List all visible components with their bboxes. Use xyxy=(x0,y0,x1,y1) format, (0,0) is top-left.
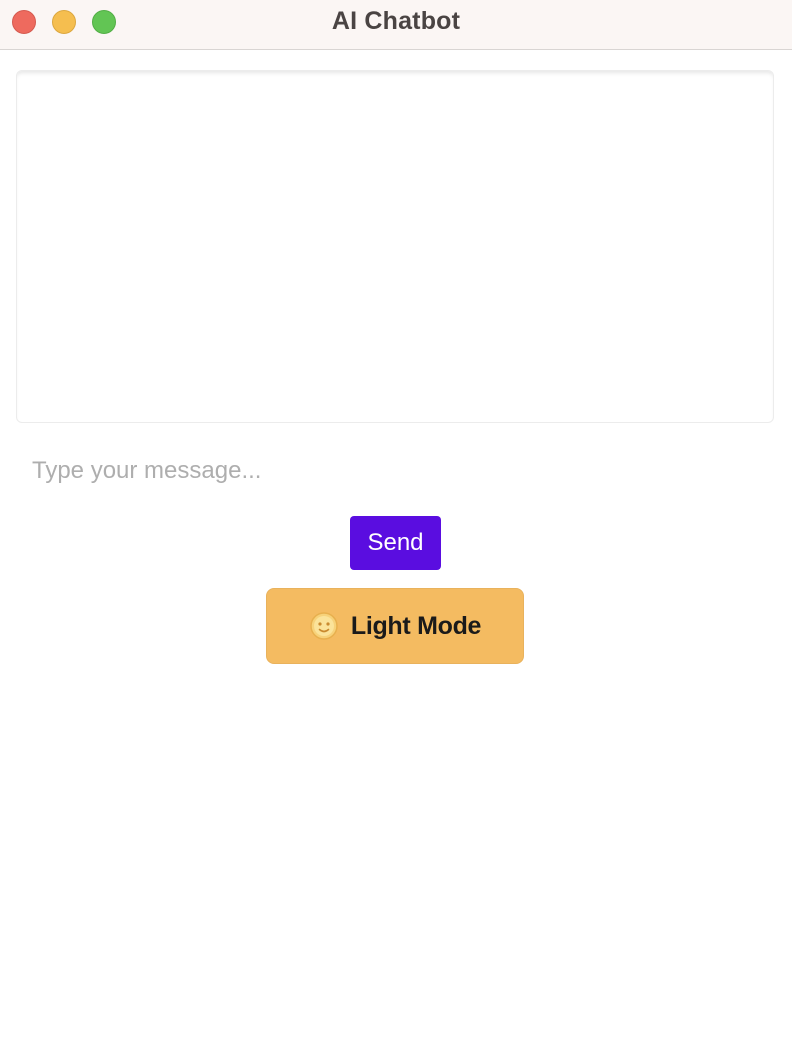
chat-history-area[interactable] xyxy=(16,70,774,423)
light-mode-label: Light Mode xyxy=(350,611,482,640)
window-title: AI Chatbot xyxy=(331,7,461,35)
app-window: AI Chatbot Send Light Mode xyxy=(0,0,792,1042)
title-bar[interactable]: AI Chatbot xyxy=(0,0,792,50)
send-button[interactable]: Send xyxy=(350,516,441,570)
sun-face-icon xyxy=(309,611,339,641)
message-input[interactable] xyxy=(16,446,774,496)
light-mode-toggle-button[interactable]: Light Mode xyxy=(266,588,524,664)
send-button-label: Send xyxy=(367,529,424,556)
